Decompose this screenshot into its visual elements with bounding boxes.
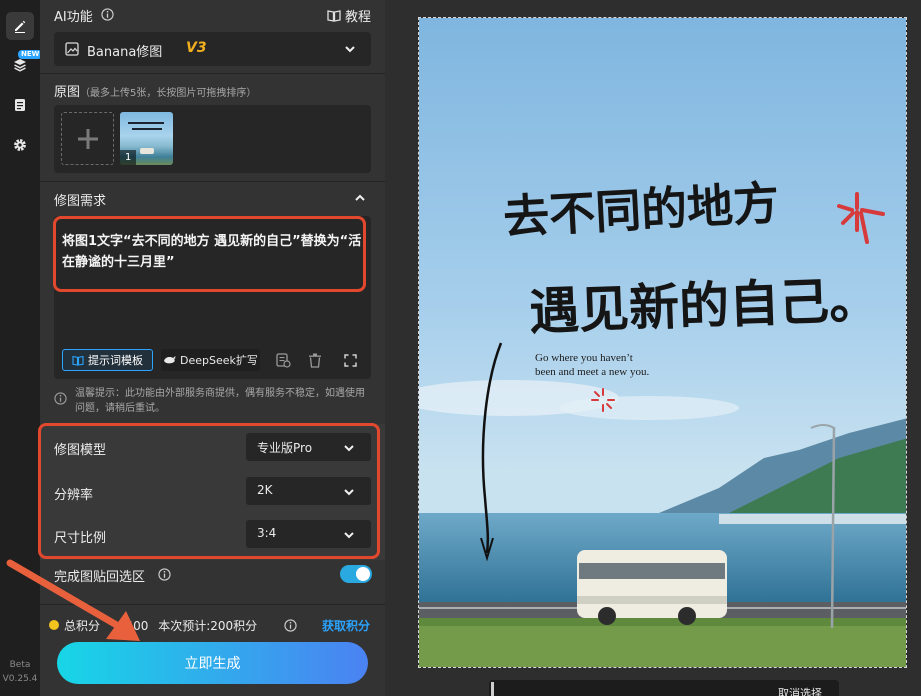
version-beta: Beta: [9, 660, 31, 670]
bottom-canvas-toolbar: 取消选择: [489, 680, 839, 696]
upload-image-button[interactable]: [61, 112, 114, 165]
source-image-strip: 1: [54, 105, 371, 173]
thumb-bus: [140, 148, 154, 154]
service-notice: 温馨提示：此功能由外部服务商提供，偶有服务不稳定，如遇使用问题，请稍后重试。: [75, 388, 365, 414]
deepseek-expand-button[interactable]: DeepSeek扩写: [161, 349, 260, 371]
edit-icon: [15, 20, 26, 33]
tutorial-link[interactable]: 教程: [327, 6, 371, 25]
points-estimate: 本次预计:200积分: [158, 619, 258, 633]
ai-section-title-text: AI功能: [54, 10, 93, 25]
model-version-badge: V3: [186, 40, 207, 56]
source-thumbnail[interactable]: 1: [120, 112, 173, 165]
prompt-template-button[interactable]: 提示词模板: [62, 349, 153, 371]
thumb-text-line: [132, 128, 162, 130]
deepseek-expand-label: DeepSeek扩写: [180, 354, 258, 367]
poster-image[interactable]: 去不同的地方 遇见新的自己。 Go where you haven’t been…: [418, 17, 907, 668]
poster-english-line-1: Go where you haven’t: [535, 352, 633, 364]
bus: [577, 550, 727, 625]
chevron-up-icon[interactable]: [354, 192, 366, 204]
poster-scene: [419, 18, 906, 667]
poster-english: Go where you haven’t been and meet a new…: [535, 351, 649, 379]
source-title: 原图（最多上传5张，长按图片可拖拽排序）: [54, 81, 256, 100]
version-number: V0.25.4: [2, 674, 38, 684]
info-icon[interactable]: [284, 619, 297, 632]
thumb-text-line: [128, 122, 164, 124]
expand-icon[interactable]: [344, 354, 357, 367]
document-icon: [15, 99, 25, 111]
history-icon[interactable]: [275, 352, 291, 368]
poster-headline-2: 遇见新的自己。: [528, 269, 881, 342]
request-title: 修图需求: [54, 194, 107, 209]
image-edit-icon: [65, 42, 79, 56]
request-highlight-box: [53, 216, 366, 292]
gear-icon: [14, 139, 26, 151]
edit-tool[interactable]: [6, 12, 34, 40]
notice-info-icon: [54, 392, 67, 405]
document-tool[interactable]: [6, 91, 34, 119]
model-selector-name: Banana修图: [87, 45, 163, 60]
new-badge: NEW: [18, 50, 43, 59]
app-window: NEW Beta V0.25.4 AI功能 教程 Banana修图 V3 原图（…: [0, 0, 921, 696]
params-highlight-box: [38, 423, 380, 559]
cancel-selection-button[interactable]: 取消选择: [778, 685, 822, 696]
prompt-template-label: 提示词模板: [88, 354, 143, 367]
thumb-index-badge: 1: [120, 150, 136, 165]
cloud: [559, 396, 739, 420]
paste-back-toggle[interactable]: [340, 565, 372, 583]
source-title-text: 原图: [54, 85, 81, 100]
grass-foreground: [419, 626, 906, 667]
chevron-down-icon: [345, 46, 355, 53]
toggle-knob: [356, 567, 370, 581]
divider: [40, 181, 385, 182]
book-icon: [327, 10, 341, 22]
get-points-link[interactable]: 获取积分: [322, 617, 370, 634]
layers-icon: [14, 59, 26, 72]
plus-icon: [78, 129, 98, 149]
template-book-icon: [72, 355, 84, 366]
tutorial-label: 教程: [345, 10, 372, 25]
drag-handle[interactable]: [491, 682, 494, 696]
annotation-arrow: [6, 559, 140, 641]
source-note: （最多上传5张，长按图片可拖拽排序）: [80, 88, 257, 99]
coastal-town: [719, 514, 906, 524]
poster-english-line-2: been and meet a new you.: [535, 366, 650, 378]
ai-section-title: AI功能: [54, 6, 93, 25]
thumb-index: 1: [125, 152, 132, 163]
canvas-area: 去不同的地方 遇见新的自己。 Go where you haven’t been…: [385, 0, 921, 696]
settings-tool[interactable]: [6, 131, 34, 159]
info-icon[interactable]: [101, 8, 114, 21]
whale-icon: [164, 356, 176, 364]
trash-icon[interactable]: [308, 353, 322, 368]
divider: [40, 73, 385, 74]
model-selector[interactable]: Banana修图 V3: [54, 32, 371, 66]
